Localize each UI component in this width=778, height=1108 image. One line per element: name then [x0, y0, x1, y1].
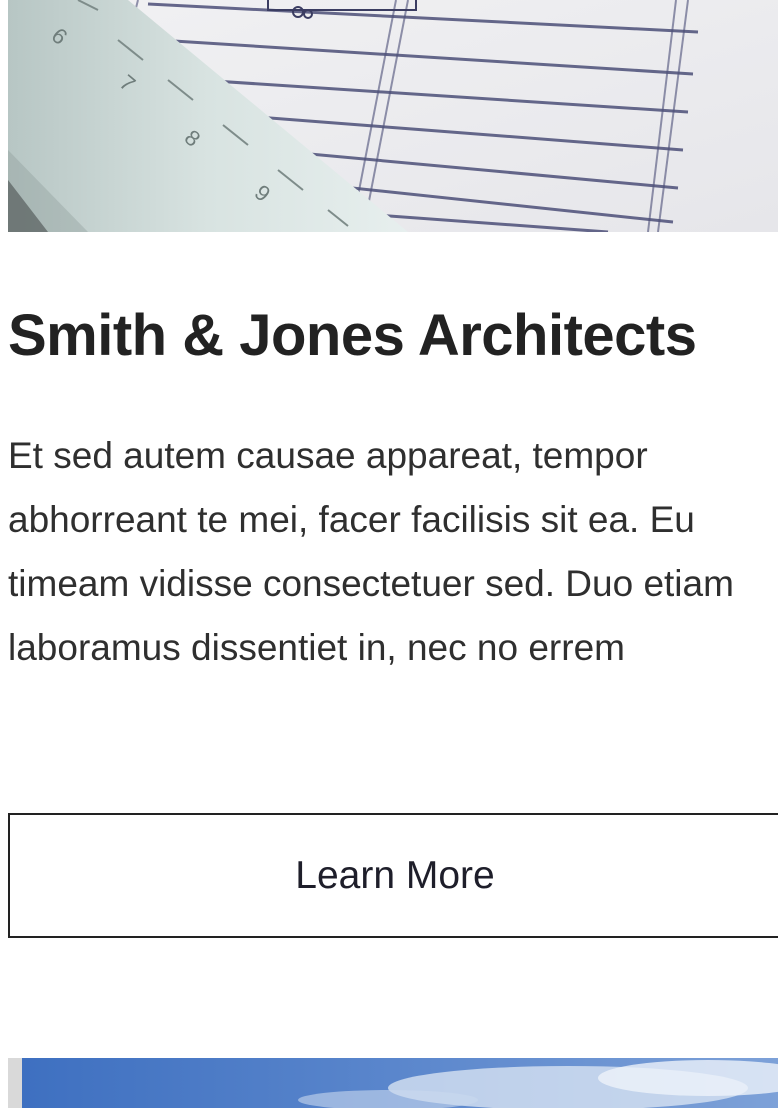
sky-image: [8, 1058, 778, 1108]
project-card: 6 7 8 9 Smith & Jones Architects Et sed …: [0, 0, 778, 1108]
card-description: Et sed autem causae appareat, tempor abh…: [8, 435, 734, 668]
architecture-drawing-image: 6 7 8 9: [8, 0, 778, 232]
card-title: Smith & Jones Architects: [8, 303, 697, 368]
learn-more-button[interactable]: Learn More: [8, 813, 778, 938]
